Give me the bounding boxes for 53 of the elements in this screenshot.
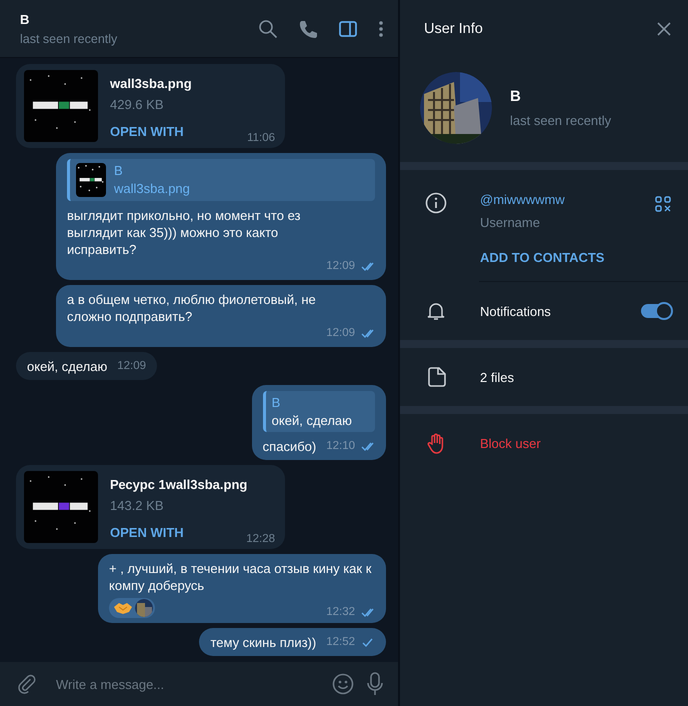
message-time: 12:52 [326, 635, 355, 650]
file-size: 143.2 KB [110, 498, 164, 513]
panel-title: User Info [424, 21, 483, 37]
username-link[interactable]: @miwwwwmw [480, 192, 655, 207]
message-text: выглядит прикольно, но момент что ез выглядит как 35))) можно это както исправить? [67, 207, 302, 258]
chat-status: last seen recently [20, 32, 118, 46]
paperclip-icon[interactable] [16, 673, 38, 695]
message-text: а в общем четко, люблю фиолетовый, не сложно подправить? [67, 291, 317, 325]
chat-name: B [20, 12, 30, 26]
message-text: окей, сделаю [27, 358, 108, 375]
more-icon[interactable] [378, 18, 384, 38]
reaction-chip[interactable] [109, 598, 155, 618]
close-icon[interactable] [657, 22, 671, 36]
emoji-icon[interactable] [332, 673, 354, 695]
info-icon [425, 192, 447, 214]
search-icon[interactable] [258, 18, 278, 38]
phone-icon[interactable] [298, 18, 318, 38]
reply-text: окей, сделаю [272, 413, 352, 428]
file-name: wall3sba.png [110, 76, 192, 91]
message-text: тему скинь плиз)) [210, 634, 316, 651]
message-time: 12:09 [326, 326, 355, 341]
file-name: Ресурс 1wall3sba.png [110, 477, 248, 492]
message-time: 12:09 [117, 359, 146, 374]
microphone-icon[interactable] [366, 672, 384, 696]
open-with-link[interactable]: OPEN WITH [110, 124, 184, 139]
message-time: 12:28 [246, 533, 275, 545]
reply-author: B [272, 395, 282, 410]
reply-author: B [114, 163, 124, 178]
file-size: 429.6 KB [110, 97, 164, 112]
sidebar-icon[interactable] [338, 18, 358, 38]
block-user-row[interactable]: Block user [400, 414, 688, 472]
message-composer[interactable]: Write a message... [0, 662, 398, 706]
reply-quote[interactable]: B окей, сделаю [262, 391, 375, 432]
profile-status: last seen recently [510, 113, 612, 128]
message-time: 12:09 [326, 259, 355, 274]
username-label: Username [480, 215, 541, 230]
add-to-contacts-link[interactable]: ADD TO CONTACTS [480, 250, 655, 265]
message-input[interactable]: Write a message... [54, 676, 320, 692]
block-user-label: Block user [480, 436, 542, 450]
file-icon [425, 366, 447, 388]
files-row[interactable]: 2 files [400, 348, 688, 406]
message-time: 12:32 [326, 606, 355, 618]
profile-name: B [510, 88, 522, 105]
message-time: 12:10 [326, 439, 355, 454]
message-text: + , лучший, в течении часа отзыв кину как к компу доберусь [109, 560, 372, 594]
qr-code-icon[interactable] [655, 196, 671, 212]
notifications-label: Notifications [480, 304, 552, 318]
message-text: спасибо) [262, 438, 316, 455]
reply-text: wall3sba.png [114, 181, 190, 196]
open-with-link[interactable]: OPEN WITH [110, 525, 184, 540]
files-label: 2 files [480, 370, 515, 384]
notifications-toggle[interactable] [641, 304, 671, 318]
message-time: 11:06 [247, 132, 275, 144]
